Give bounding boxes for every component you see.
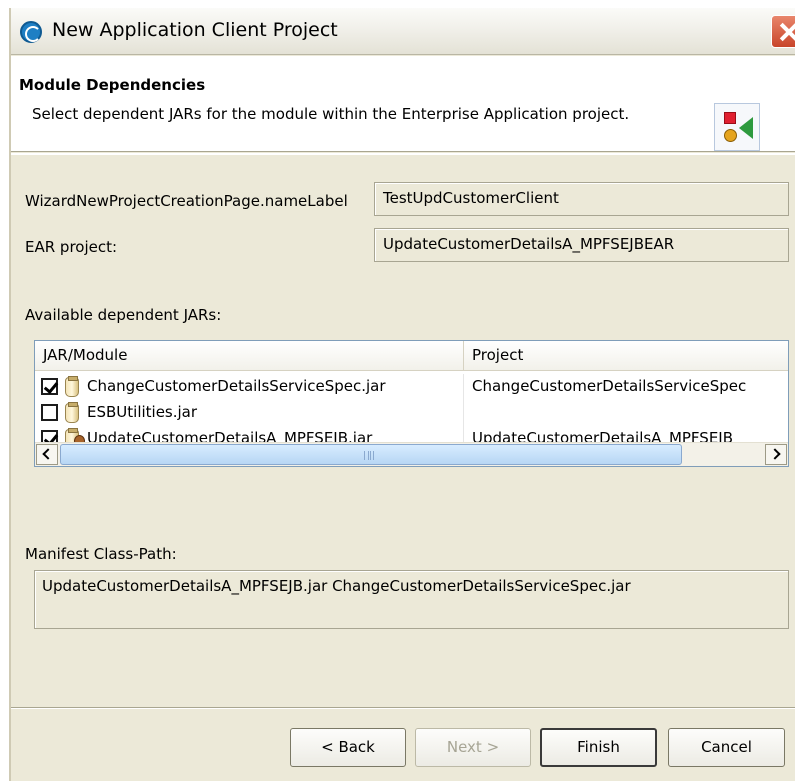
dependent-jars-table[interactable]: JAR/Module Project ChangeCustomerDetails… — [34, 340, 789, 467]
manifest-label: Manifest Class-Path: — [25, 545, 177, 563]
back-button[interactable]: < Back — [290, 728, 406, 767]
title-bar[interactable]: New Application Client Project — [11, 8, 795, 55]
jar-icon — [65, 402, 79, 423]
scroll-right-arrow-icon[interactable] — [765, 444, 787, 465]
next-button[interactable]: Next > — [415, 728, 531, 767]
project-name-field: TestUpdCustomerClient — [374, 182, 789, 216]
app-icon — [20, 21, 42, 43]
finish-button[interactable]: Finish — [540, 728, 657, 767]
checkbox-checked[interactable] — [41, 378, 58, 395]
wizard-header: Module Dependencies Select dependent JAR… — [11, 56, 795, 152]
jar-name: ESBUtilities.jar — [87, 403, 198, 421]
page-title: Module Dependencies — [19, 76, 206, 94]
wizard-window: New Application Client Project Module De… — [9, 8, 795, 781]
table-row[interactable]: ESBUtilities.jar — [35, 400, 788, 426]
ear-project-field: UpdateCustomerDetailsA_MPFSEJBEAR — [374, 228, 789, 262]
jar-icon — [65, 376, 79, 397]
header-divider — [11, 153, 795, 155]
footer-divider — [11, 707, 795, 709]
module-dependencies-icon — [714, 103, 760, 151]
window-title: New Application Client Project — [52, 19, 338, 41]
name-label: WizardNewProjectCreationPage.nameLabel — [25, 192, 348, 210]
checkbox-unchecked[interactable] — [41, 404, 58, 421]
column-header-project[interactable]: Project — [464, 341, 788, 371]
close-icon[interactable] — [771, 15, 795, 48]
ear-project-label: EAR project: — [25, 238, 118, 256]
jar-name: ChangeCustomerDetailsServiceSpec.jar — [87, 377, 386, 395]
cancel-button[interactable]: Cancel — [668, 728, 785, 767]
available-jars-label: Available dependent JARs: — [25, 306, 222, 324]
column-header-jar-module[interactable]: JAR/Module — [35, 341, 464, 371]
manifest-classpath-field: UpdateCustomerDetailsA_MPFSEJB.jar Chang… — [34, 570, 789, 629]
page-description: Select dependent JARs for the module wit… — [32, 105, 630, 123]
table-header: JAR/Module Project — [35, 341, 788, 371]
horizontal-scrollbar[interactable] — [35, 442, 788, 466]
scrollbar-thumb[interactable] — [60, 444, 682, 465]
scroll-left-arrow-icon[interactable] — [36, 444, 58, 465]
table-row[interactable]: ChangeCustomerDetailsServiceSpec.jar Cha… — [35, 374, 788, 400]
project-name: ChangeCustomerDetailsServiceSpec — [472, 377, 747, 395]
